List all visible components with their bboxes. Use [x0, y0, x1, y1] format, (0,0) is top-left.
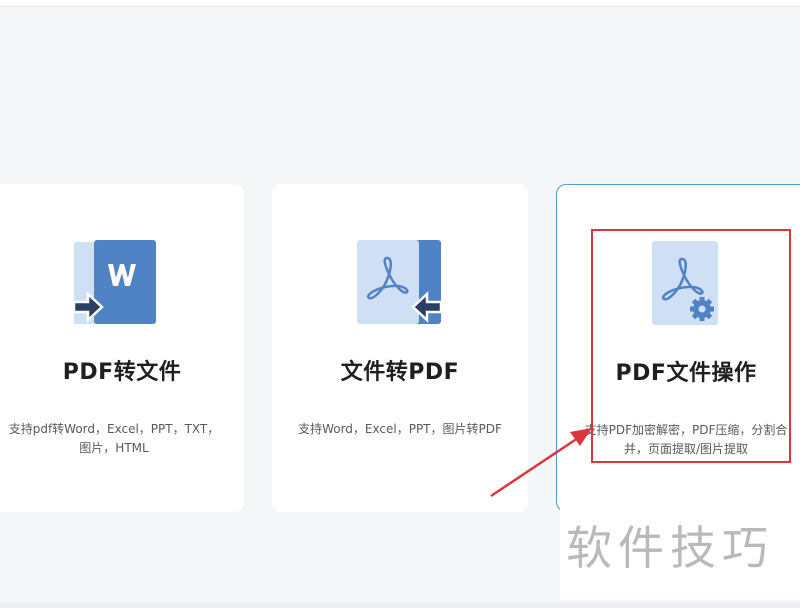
card-description: 支持pdf转Word，Excel，PPT，TXT， 图片，HTML — [4, 420, 224, 458]
card-description: 支持Word，Excel，PPT，图片转PDF — [286, 420, 514, 439]
file-to-pdf-icon — [357, 240, 443, 326]
annotation-highlight-box — [591, 229, 791, 463]
card-title: 文件转PDF — [340, 360, 460, 385]
card-title: PDF转文件 — [62, 360, 182, 385]
pdf-to-word-icon — [72, 240, 158, 326]
desc-line: 图片，HTML — [79, 441, 149, 455]
card-file-to-pdf[interactable]: 文件转PDF 支持Word，Excel，PPT，图片转PDF — [272, 184, 528, 512]
card-pdf-to-file[interactable]: PDF转文件 支持pdf转Word，Excel，PPT，TXT， 图片，HTML — [0, 184, 244, 512]
top-header-strip — [0, 0, 800, 7]
bottom-strip — [0, 602, 800, 608]
desc-line: 支持pdf转Word，Excel，PPT，TXT， — [8, 422, 220, 436]
watermark-text: 软件技巧 — [566, 521, 774, 575]
desc-line: 支持Word，Excel，PPT，图片转PDF — [298, 422, 502, 436]
